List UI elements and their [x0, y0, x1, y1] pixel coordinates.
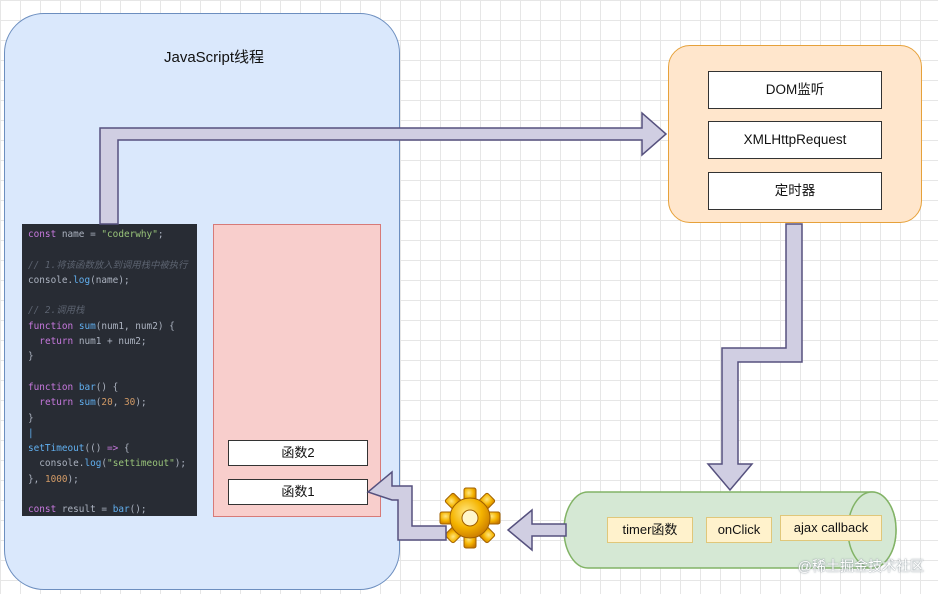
watermark: @稀土掘金技术社区 [797, 558, 924, 574]
queue-item-onclick: onClick [706, 517, 772, 543]
arrow-queue-to-gear [506, 508, 567, 552]
arrow-gear-to-stack [366, 470, 447, 541]
diagram-graphics [99, 111, 897, 569]
queue-item-timer: timer函数 [607, 517, 693, 543]
queue-item-ajax-callback: ajax callback [780, 515, 882, 541]
arrow-webapi-to-queue [706, 223, 803, 492]
gear-icon [439, 487, 501, 549]
arrow-thread-to-webapi [99, 111, 668, 225]
